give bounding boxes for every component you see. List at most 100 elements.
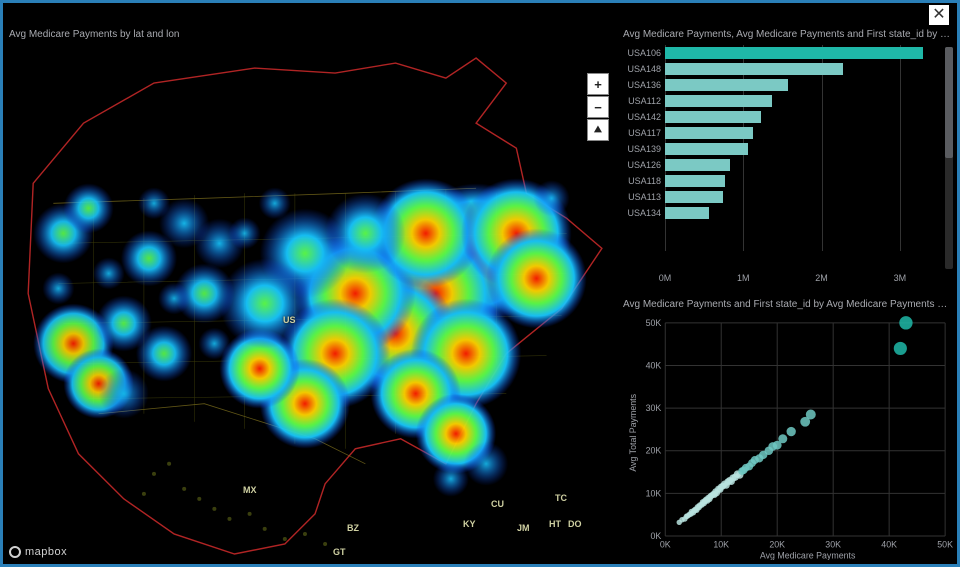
bar-fill [665, 127, 753, 139]
bar-chart-title: Avg Medicare Payments, Avg Medicare Paym… [617, 25, 957, 44]
map-country-label: JM [517, 523, 530, 533]
map-country-label: HT [549, 519, 561, 529]
bar-row[interactable]: USA106 [617, 45, 939, 61]
minus-icon: − [594, 100, 602, 115]
scatter-point[interactable] [787, 426, 796, 435]
bar-scrollbar[interactable] [945, 47, 953, 269]
bar-category-label: USA126 [617, 160, 665, 170]
bar-chart-panel: Avg Medicare Payments, Avg Medicare Paym… [617, 25, 957, 295]
scatter-title: Avg Medicare Payments and First state_id… [617, 295, 957, 314]
scatter-y-tick: 20K [646, 445, 662, 455]
bar-x-tick: 1M [737, 273, 750, 283]
bar-fill [665, 63, 843, 75]
heatmap-svg [3, 43, 617, 564]
map-country-label: BZ [347, 523, 359, 533]
bar-x-tick: 0M [659, 273, 672, 283]
map-title: Avg Medicare Payments by lat and lon [3, 25, 617, 44]
map-country-label: DO [568, 519, 582, 529]
bar-fill [665, 79, 788, 91]
bar-fill [665, 175, 725, 187]
bar-track [665, 47, 939, 59]
bar-row[interactable]: USA148 [617, 61, 939, 77]
dashboard-window: ✕ Avg Medicare Payments by lat and lon [0, 0, 960, 567]
bar-row[interactable]: USA118 [617, 173, 939, 189]
bar-category-label: USA134 [617, 208, 665, 218]
bar-row[interactable]: USA117 [617, 125, 939, 141]
map-controls: + − ⯅ [587, 73, 609, 141]
bar-category-label: USA117 [617, 128, 665, 138]
scatter-x-tick: 40K [881, 539, 897, 549]
mapbox-logo-icon [9, 546, 21, 558]
scatter-panel: Avg Medicare Payments and First state_id… [617, 295, 957, 565]
map-body[interactable]: USMXCUKYBZGTJMTCHTDO + − ⯅ mapbox [3, 43, 617, 564]
close-icon: ✕ [932, 6, 945, 23]
scatter-y-tick: 0K [651, 530, 662, 540]
bar-row[interactable]: USA126 [617, 157, 939, 173]
bar-category-label: USA139 [617, 144, 665, 154]
bar-track [665, 63, 939, 75]
map-country-label: CU [491, 499, 504, 509]
bar-fill [665, 159, 730, 171]
bar-track [665, 111, 939, 123]
bar-row[interactable]: USA142 [617, 109, 939, 125]
map-country-label: MX [243, 485, 257, 495]
scatter-svg: 0K 10K 20K 30K 40K 50K 0K 10K 20K 30K 40K 50K Avg … [623, 315, 953, 561]
bar-track [665, 143, 939, 155]
map-country-label: GT [333, 547, 346, 557]
bar-fill [665, 47, 923, 59]
scatter-x-tick: 30K [825, 539, 841, 549]
zoom-out-button[interactable]: − [587, 96, 609, 118]
bar-category-label: USA113 [617, 192, 665, 202]
bar-row[interactable]: USA139 [617, 141, 939, 157]
bar-category-label: USA148 [617, 64, 665, 74]
close-button[interactable]: ✕ [929, 5, 949, 25]
bar-category-label: USA106 [617, 48, 665, 58]
plus-icon: + [594, 77, 602, 92]
scatter-point[interactable] [778, 434, 787, 443]
bar-row[interactable]: USA134 [617, 205, 939, 221]
map-attribution: mapbox [9, 546, 67, 558]
map-panel: Avg Medicare Payments by lat and lon [3, 25, 617, 564]
map-country-label: US [283, 315, 296, 325]
attribution-text: mapbox [25, 546, 67, 558]
bar-track [665, 207, 939, 219]
bar-track [665, 95, 939, 107]
scatter-x-tick: 0K [660, 539, 671, 549]
scatter-point[interactable] [894, 341, 907, 354]
bar-category-label: USA136 [617, 80, 665, 90]
scatter-point[interactable] [806, 409, 816, 419]
scatter-body: 0K 10K 20K 30K 40K 50K 0K 10K 20K 30K 40K 50K Avg … [623, 315, 953, 561]
bar-category-label: USA112 [617, 96, 665, 106]
bar-fill [665, 143, 748, 155]
scatter-y-tick: 10K [646, 488, 662, 498]
bar-row[interactable]: USA113 [617, 189, 939, 205]
scatter-point[interactable] [899, 316, 912, 329]
bar-row[interactable]: USA112 [617, 93, 939, 109]
bar-track [665, 191, 939, 203]
dashboard-grid: Avg Medicare Payments by lat and lon [3, 25, 957, 564]
home-icon: ⯅ [593, 122, 603, 138]
bar-fill [665, 95, 772, 107]
scatter-x-tick: 50K [937, 539, 953, 549]
bar-category-label: USA118 [617, 176, 665, 186]
zoom-in-button[interactable]: + [587, 73, 609, 95]
scatter-x-tick: 20K [769, 539, 785, 549]
bar-track [665, 175, 939, 187]
bar-scrollbar-thumb[interactable] [945, 47, 953, 158]
bar-chart-body: USA106 USA148 USA136 USA112 USA142 USA117 USA1… [617, 45, 957, 295]
scatter-x-tick: 10K [713, 539, 729, 549]
bar-fill [665, 207, 709, 219]
bar-track [665, 79, 939, 91]
bar-row[interactable]: USA136 [617, 77, 939, 93]
map-country-label: TC [555, 493, 567, 503]
map-home-button[interactable]: ⯅ [587, 119, 609, 141]
bar-x-tick: 2M [815, 273, 828, 283]
bar-category-label: USA142 [617, 112, 665, 122]
scatter-y-tick: 50K [646, 317, 662, 327]
scatter-x-label: Avg Medicare Payments [760, 550, 856, 560]
scatter-y-label: Avg Total Payments [628, 393, 638, 471]
scatter-y-tick: 40K [646, 360, 662, 370]
bar-fill [665, 191, 723, 203]
bar-track [665, 127, 939, 139]
scatter-y-tick: 30K [646, 403, 662, 413]
